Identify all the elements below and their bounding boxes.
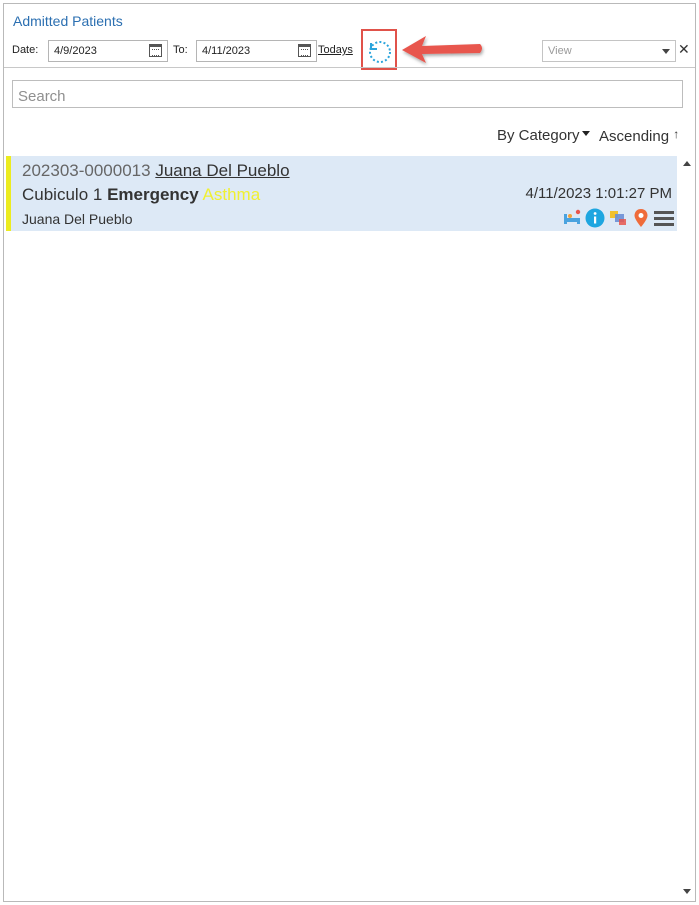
menu-icon[interactable] bbox=[654, 208, 674, 228]
chevron-down-icon bbox=[581, 131, 590, 136]
calendar-icon[interactable] bbox=[149, 44, 162, 57]
patient-subtitle: Juana Del Pueblo bbox=[22, 211, 133, 227]
scroll-down-icon[interactable] bbox=[683, 889, 691, 894]
sort-category-label: By Category bbox=[497, 127, 580, 144]
date-from-field[interactable]: 4/9/2023 bbox=[48, 40, 168, 62]
patient-name-link[interactable]: Juana Del Pueblo bbox=[155, 161, 289, 180]
patient-record-id: 202303-0000013 bbox=[22, 161, 151, 180]
patient-department: Emergency bbox=[107, 185, 199, 204]
bed-icon[interactable] bbox=[562, 208, 582, 228]
view-dropdown[interactable]: View bbox=[542, 40, 676, 62]
patient-action-icons bbox=[562, 207, 674, 229]
panel-title: Admitted Patients bbox=[13, 13, 123, 29]
scroll-up-icon[interactable] bbox=[683, 161, 691, 166]
date-to-value: 4/11/2023 bbox=[202, 45, 251, 57]
search-input[interactable] bbox=[18, 88, 682, 105]
date-to-label: To: bbox=[173, 44, 188, 56]
patient-location-line: Cubiculo 1 Emergency Asthma bbox=[22, 185, 260, 205]
patient-row[interactable]: 202303-0000013 Juana Del Pueblo Cubiculo… bbox=[6, 156, 677, 231]
todays-link[interactable]: Todays bbox=[318, 44, 353, 56]
info-icon[interactable] bbox=[585, 208, 605, 228]
transfer-icon[interactable] bbox=[608, 208, 628, 228]
date-to-field[interactable]: 4/11/2023 bbox=[196, 40, 317, 62]
patient-header-line: 202303-0000013 Juana Del Pueblo bbox=[22, 161, 290, 181]
sort-order-toggle[interactable]: Ascending ↑ bbox=[599, 127, 679, 145]
refresh-button[interactable] bbox=[361, 29, 397, 70]
calendar-icon[interactable] bbox=[298, 44, 311, 57]
patient-condition: Asthma bbox=[202, 185, 261, 204]
patient-location: Cubiculo 1 bbox=[22, 185, 103, 204]
location-pin-icon[interactable] bbox=[631, 208, 651, 228]
clear-view-button[interactable]: ✕ bbox=[678, 41, 690, 58]
refresh-icon bbox=[369, 41, 391, 63]
list-scrollbar[interactable] bbox=[680, 155, 695, 900]
patient-admit-datetime: 4/11/2023 1:01:27 PM bbox=[525, 185, 673, 202]
toolbar-divider bbox=[4, 67, 695, 68]
view-placeholder: View bbox=[548, 45, 572, 57]
search-field[interactable] bbox=[12, 80, 683, 108]
patient-list: 202303-0000013 Juana Del Pueblo Cubiculo… bbox=[4, 155, 679, 900]
sort-category-dropdown[interactable]: By Category bbox=[497, 127, 590, 144]
date-from-label: Date: bbox=[12, 44, 39, 56]
sort-order-label: Ascending bbox=[599, 128, 670, 145]
arrow-up-icon: ↑ bbox=[673, 127, 680, 141]
date-from-value: 4/9/2023 bbox=[54, 45, 97, 57]
red-arrow-icon bbox=[402, 36, 482, 63]
chevron-down-icon bbox=[662, 49, 670, 54]
